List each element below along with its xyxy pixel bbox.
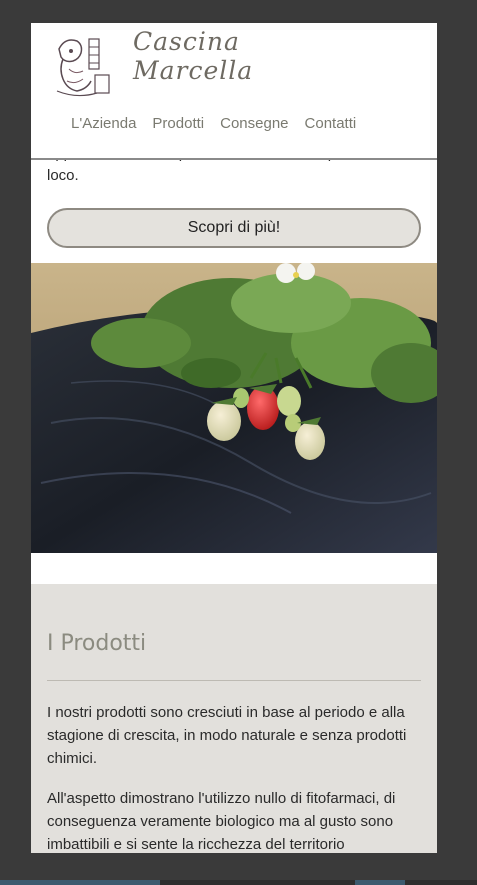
taskbar-strip xyxy=(0,880,477,885)
brand-line-2: Marcella xyxy=(133,56,254,85)
products-paragraph-2: All'aspetto dimostrano l'utilizzo nullo … xyxy=(47,790,396,853)
farm-logo-icon[interactable] xyxy=(49,29,113,101)
taskbar-segment xyxy=(0,880,160,885)
nav-item-prodotti[interactable]: Prodotti xyxy=(152,115,204,132)
strawberry-plant-photo xyxy=(31,263,437,553)
browser-viewport: appuntamento, e si possono effettuare ac… xyxy=(31,23,437,853)
products-divider xyxy=(47,680,421,681)
brand-name[interactable]: Cascina Marcella xyxy=(133,27,253,85)
brand-line-1: Cascina xyxy=(133,27,240,56)
products-section: I Prodotti I nostri prodotti sono cresci… xyxy=(31,584,437,853)
taskbar-segment xyxy=(355,880,405,885)
site-header: Cascina Marcella L'Azienda Prodotti Cons… xyxy=(31,23,437,160)
nav-item-azienda[interactable]: L'Azienda xyxy=(71,115,136,132)
nav-item-consegne[interactable]: Consegne xyxy=(220,115,288,132)
intro-last-line: loco. xyxy=(47,167,79,184)
discover-more-button[interactable]: Scopri di più! xyxy=(47,208,421,248)
products-paragraph-1: I nostri prodotti sono cresciuti in base… xyxy=(47,704,407,767)
products-title: I Prodotti xyxy=(47,631,147,656)
nav-item-contatti[interactable]: Contatti xyxy=(305,115,357,132)
main-nav: L'Azienda Prodotti Consegne Contatti xyxy=(71,115,356,132)
